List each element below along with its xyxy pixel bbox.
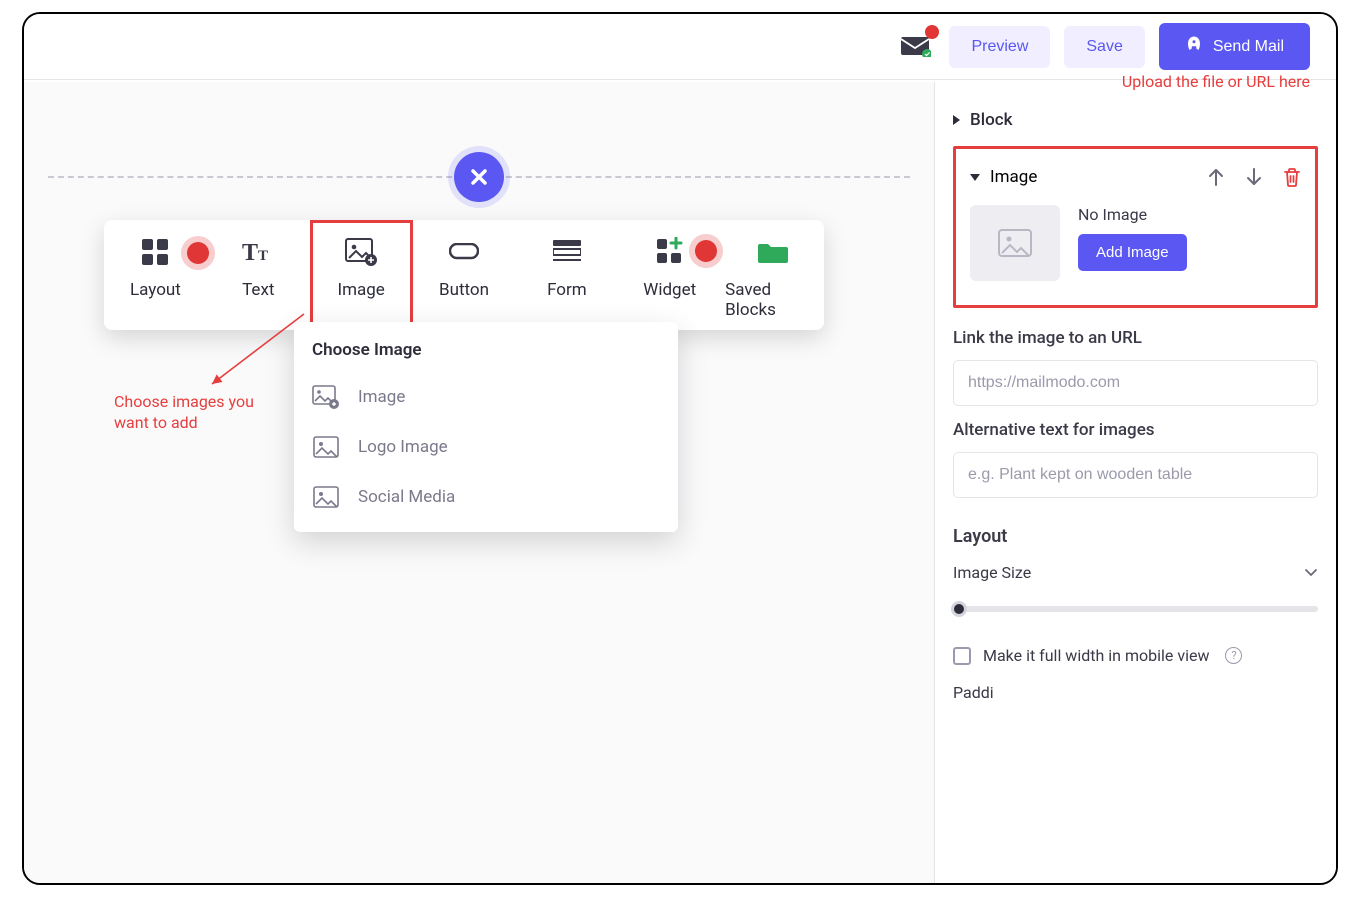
toolbar-item-widget[interactable]: Widget	[618, 220, 721, 330]
mail-status-icon[interactable]	[901, 33, 931, 61]
dropdown-item-logo-image[interactable]: Logo Image	[294, 422, 678, 472]
annotation-text: Choose images you want to add	[114, 392, 254, 434]
padding-label-partial: Paddi	[953, 683, 1318, 702]
move-down-button[interactable]	[1245, 167, 1263, 187]
toolbar-label: Layout	[130, 280, 181, 300]
dropdown-item-image[interactable]: Image	[294, 372, 678, 422]
add-image-button[interactable]: Add Image	[1078, 234, 1187, 271]
folder-icon	[755, 234, 791, 270]
editor-canvas[interactable]: Layout TT Text Image	[24, 82, 934, 883]
alt-text-label: Alternative text for images	[953, 420, 1318, 440]
annotation-dot	[187, 242, 209, 264]
block-section-toggle[interactable]: Block	[953, 102, 1318, 138]
link-url-label: Link the image to an URL	[953, 328, 1318, 348]
full-width-mobile-label: Make it full width in mobile view	[983, 646, 1209, 665]
image-dropdown: Choose Image Image Logo Image	[294, 322, 678, 532]
toolbar-item-layout[interactable]: Layout	[104, 220, 207, 330]
svg-text:T: T	[242, 240, 258, 266]
toolbar-label: Image	[337, 280, 384, 300]
caret-right-icon	[953, 115, 960, 125]
dropdown-item-label: Social Media	[358, 487, 455, 507]
layout-section-title: Layout	[953, 526, 1318, 547]
no-image-label: No Image	[1078, 205, 1187, 224]
send-mail-button[interactable]: Send Mail	[1159, 23, 1310, 70]
toolbar-item-button[interactable]: Button	[413, 220, 516, 330]
annotation-dot	[695, 240, 717, 262]
image-icon	[343, 234, 379, 270]
full-width-mobile-checkbox[interactable]	[953, 647, 971, 665]
layout-icon	[137, 234, 173, 270]
annotation-arrow-icon	[204, 310, 324, 400]
toolbar-item-saved-blocks[interactable]: Saved Blocks	[721, 220, 824, 330]
preview-button[interactable]: Preview	[949, 26, 1050, 68]
delete-button[interactable]	[1283, 167, 1301, 187]
image-section-title: Image	[990, 167, 1207, 187]
widget-icon	[652, 234, 688, 270]
help-icon[interactable]: ?	[1225, 647, 1242, 664]
image-size-toggle[interactable]: Image Size	[953, 563, 1318, 582]
alt-text-input[interactable]	[953, 452, 1318, 498]
dropdown-item-social-media[interactable]: Social Media	[294, 472, 678, 522]
button-icon	[446, 234, 482, 270]
slider-thumb[interactable]	[951, 601, 967, 617]
text-icon: TT	[240, 234, 276, 270]
move-up-button[interactable]	[1207, 167, 1225, 187]
form-icon	[549, 234, 585, 270]
toolbar-label: Text	[242, 280, 274, 300]
dropdown-title: Choose Image	[294, 340, 678, 372]
toolbar-label: Button	[439, 280, 489, 300]
toolbar-item-image[interactable]: Image	[310, 220, 413, 330]
close-insert-button[interactable]	[454, 152, 504, 202]
dropdown-item-label: Logo Image	[358, 437, 448, 457]
annotation-text: Upload the file or URL here	[1122, 72, 1310, 91]
rocket-icon	[1185, 35, 1203, 58]
image-size-slider[interactable]	[953, 606, 1318, 612]
image-upload-section: Image	[953, 146, 1318, 308]
toolbar-label: Widget	[643, 280, 696, 300]
link-url-input[interactable]	[953, 360, 1318, 406]
notification-badge	[925, 25, 939, 39]
top-bar: Preview Save Send Mail	[24, 14, 1336, 80]
caret-down-icon	[970, 174, 980, 181]
toolbar-label: Saved Blocks	[725, 280, 820, 320]
save-button[interactable]: Save	[1064, 26, 1144, 68]
properties-panel: Block Image	[934, 82, 1336, 883]
picture-icon	[312, 435, 340, 459]
toolbar-label: Form	[547, 280, 587, 300]
dropdown-item-label: Image	[358, 387, 405, 407]
svg-text:T: T	[258, 248, 268, 264]
toolbar-item-form[interactable]: Form	[515, 220, 618, 330]
chevron-down-icon	[1304, 563, 1318, 582]
image-thumbnail	[970, 205, 1060, 281]
picture-icon	[312, 485, 340, 509]
